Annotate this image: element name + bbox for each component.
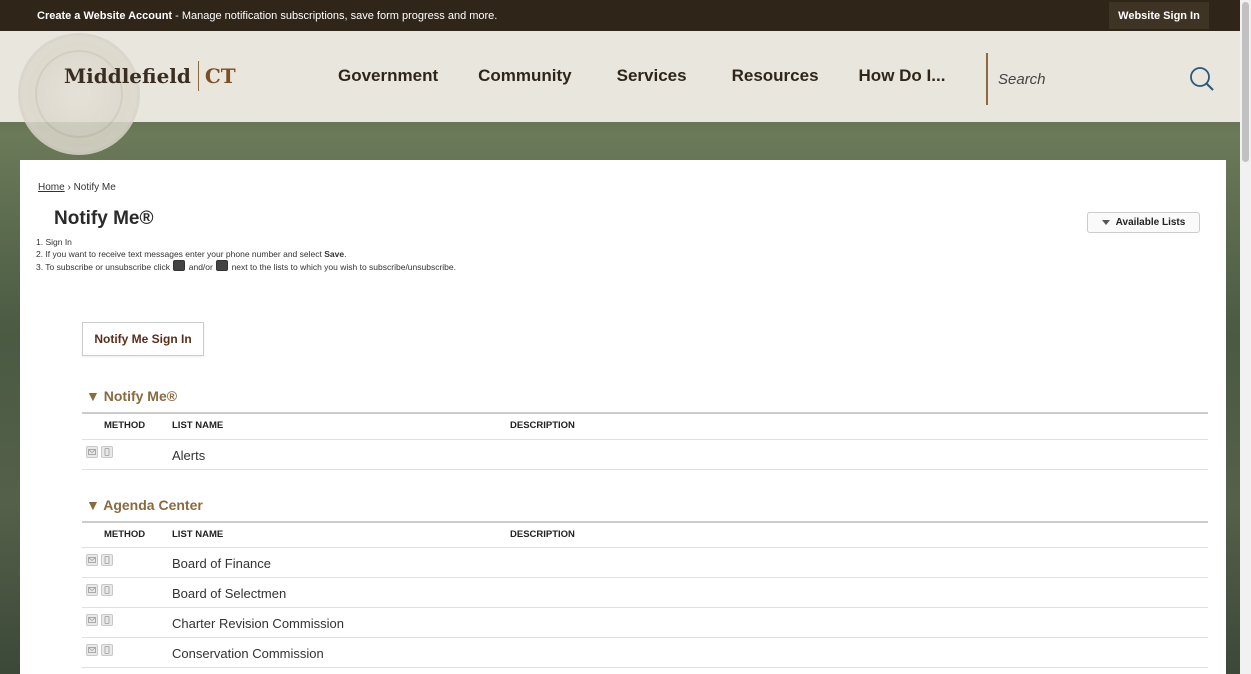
section-rule xyxy=(82,412,1208,414)
row-divider xyxy=(82,667,1208,668)
main-nav: Government Community Services Resources … xyxy=(338,66,945,86)
nav-community[interactable]: Community xyxy=(478,66,572,86)
site-logo[interactable]: Middlefield CT xyxy=(64,59,236,93)
table-header: METHOD LIST NAME DESCRIPTION xyxy=(82,416,1208,436)
instructions: 1. Sign In 2. If you want to receive tex… xyxy=(36,236,456,273)
table-header: METHOD LIST NAME DESCRIPTION xyxy=(82,525,1208,545)
top-bar: Create a Website Account - Manage notifi… xyxy=(0,0,1240,31)
step-3: 3. To subscribe or unsubscribe click and… xyxy=(36,260,456,272)
table-row: Conservation Commission xyxy=(82,637,1208,667)
phone-icon[interactable] xyxy=(101,554,113,566)
create-account-link[interactable]: Create a Website Account - Manage notifi… xyxy=(37,10,497,22)
town-seal-icon xyxy=(18,33,140,155)
notify-me-sign-in-button[interactable]: Notify Me Sign In xyxy=(82,322,204,356)
col-method: METHOD xyxy=(104,529,146,540)
col-list-name: LIST NAME xyxy=(172,529,224,540)
list-name: Board of Selectmen xyxy=(172,586,287,601)
col-description: DESCRIPTION xyxy=(510,529,575,540)
table-row: Board of Selectmen xyxy=(82,577,1208,607)
table-row: Charter Revision Commission xyxy=(82,607,1208,637)
available-lists-button[interactable]: Available Lists xyxy=(1087,212,1200,233)
row-divider xyxy=(82,469,1208,470)
phone-icon xyxy=(216,260,229,271)
table-row: Board of Finance xyxy=(82,547,1208,577)
step-1: 1. Sign In xyxy=(36,237,72,247)
list-name: Charter Revision Commission xyxy=(172,616,344,631)
section-notify-me[interactable]: ▼ Notify Me® xyxy=(86,388,177,404)
email-icon[interactable] xyxy=(86,584,98,596)
breadcrumb-home-link[interactable]: Home xyxy=(38,182,65,193)
list-name: Board of Finance xyxy=(172,556,272,571)
col-list-name: LIST NAME xyxy=(172,420,224,431)
list-name: Conservation Commission xyxy=(172,646,324,661)
email-icon xyxy=(173,260,186,271)
phone-icon[interactable] xyxy=(101,584,113,596)
site-header: Middlefield CT Government Community Serv… xyxy=(0,31,1240,155)
scrollbar-thumb[interactable] xyxy=(1242,2,1249,162)
phone-icon[interactable] xyxy=(101,644,113,656)
phone-icon[interactable] xyxy=(101,614,113,626)
logo-name: Middlefield xyxy=(64,64,191,88)
col-description: DESCRIPTION xyxy=(510,420,575,431)
search-input[interactable] xyxy=(998,68,1158,90)
email-icon[interactable] xyxy=(86,614,98,626)
nav-resources[interactable]: Resources xyxy=(732,66,819,86)
caret-down-icon xyxy=(1101,220,1110,225)
email-icon[interactable] xyxy=(86,446,98,458)
nav-services[interactable]: Services xyxy=(617,66,687,86)
col-method: METHOD xyxy=(104,420,146,431)
page-scrollbar[interactable] xyxy=(1240,0,1251,674)
section-rule xyxy=(82,521,1208,523)
logo-divider xyxy=(197,61,199,91)
website-sign-in-button[interactable]: Website Sign In xyxy=(1109,2,1209,29)
list-name: Alerts xyxy=(172,448,206,463)
table-row: Alerts xyxy=(82,439,1208,469)
section-agenda-center[interactable]: ▼ Agenda Center xyxy=(86,497,203,513)
search-icon[interactable] xyxy=(1188,65,1216,93)
email-icon[interactable] xyxy=(86,644,98,656)
page-title: Notify Me® xyxy=(54,208,154,229)
search-divider xyxy=(986,53,988,105)
content-panel: Home › Notify Me Notify Me® Available Li… xyxy=(20,160,1226,674)
email-icon[interactable] xyxy=(86,554,98,566)
nav-government[interactable]: Government xyxy=(338,66,438,86)
phone-icon[interactable] xyxy=(101,446,113,458)
nav-how-do-i[interactable]: How Do I... xyxy=(859,66,946,86)
logo-ct: CT xyxy=(204,64,236,88)
step-2: 2. If you want to receive text messages … xyxy=(36,249,347,259)
breadcrumb: Home › Notify Me xyxy=(38,182,116,193)
breadcrumb-current: Notify Me xyxy=(73,182,116,193)
